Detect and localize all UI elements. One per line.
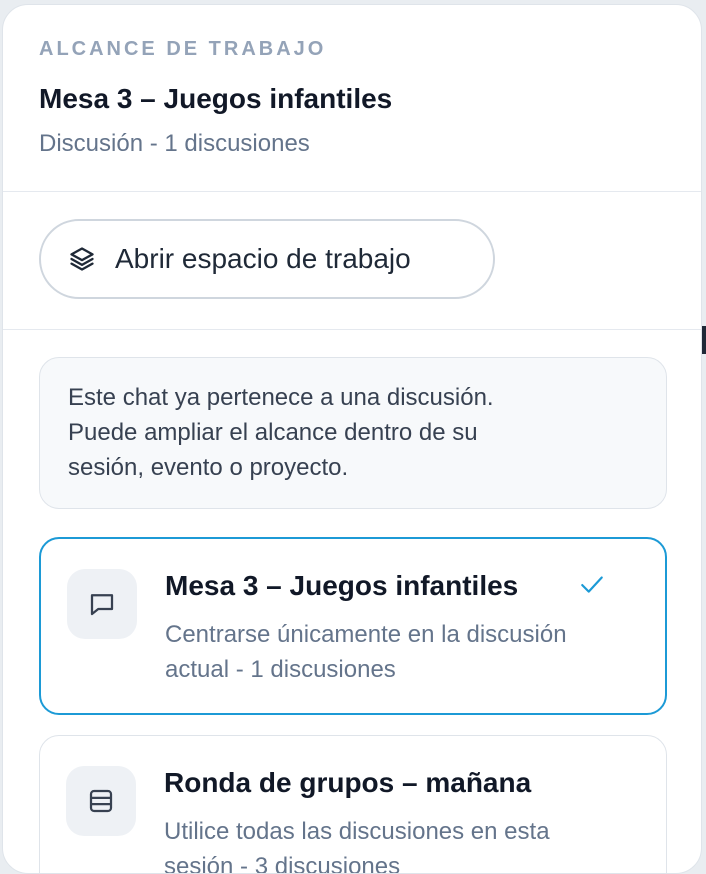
open-workspace-label: Abrir espacio de trabajo <box>115 243 411 274</box>
info-box: Este chat ya pertenece a una discusión. … <box>39 357 667 509</box>
option-title: Mesa 3 – Juegos infantiles <box>165 570 519 601</box>
section-eyebrow: ALCANCE DE TRABAJO <box>39 38 327 60</box>
scope-header: ALCANCE DE TRABAJO Mesa 3 – Juegos infan… <box>3 5 701 159</box>
info-text-line: Puede ampliar el alcance dentro de su <box>68 419 478 446</box>
option-desc-line: Centrarse únicamente en la discusión <box>165 621 567 648</box>
scope-panel: ALCANCE DE TRABAJO Mesa 3 – Juegos infan… <box>2 4 702 874</box>
scope-title: Mesa 3 – Juegos infantiles <box>39 83 393 114</box>
option-title: Ronda de grupos – mañana <box>164 767 532 798</box>
option-desc-line: Utilice todas las discusiones en esta <box>164 818 550 845</box>
scope-subtitle: Discusión - 1 discusiones <box>39 130 310 157</box>
option-desc-line: sesión - 3 discusiones <box>164 853 401 874</box>
layers-icon <box>67 244 97 274</box>
scope-option-session[interactable]: Ronda de grupos – mañana Utilice todas l… <box>39 735 667 874</box>
scrollbar-handle[interactable] <box>702 326 706 354</box>
check-icon <box>579 571 605 597</box>
scope-option-discussion[interactable]: Mesa 3 – Juegos infantiles Centrarse úni… <box>39 537 667 715</box>
divider <box>3 329 701 330</box>
option-description: Centrarse únicamente en la discusión act… <box>165 617 645 687</box>
list-icon <box>66 766 136 836</box>
option-description: Utilice todas las discusiones en esta se… <box>164 814 644 874</box>
divider <box>3 191 701 192</box>
option-desc-line: actual - 1 discusiones <box>165 656 396 683</box>
info-text-line: Este chat ya pertenece a una discusión. <box>68 384 494 411</box>
info-text-line: sesión, evento o proyecto. <box>68 454 349 481</box>
open-workspace-button[interactable]: Abrir espacio de trabajo <box>39 219 495 299</box>
message-square-icon <box>67 569 137 639</box>
